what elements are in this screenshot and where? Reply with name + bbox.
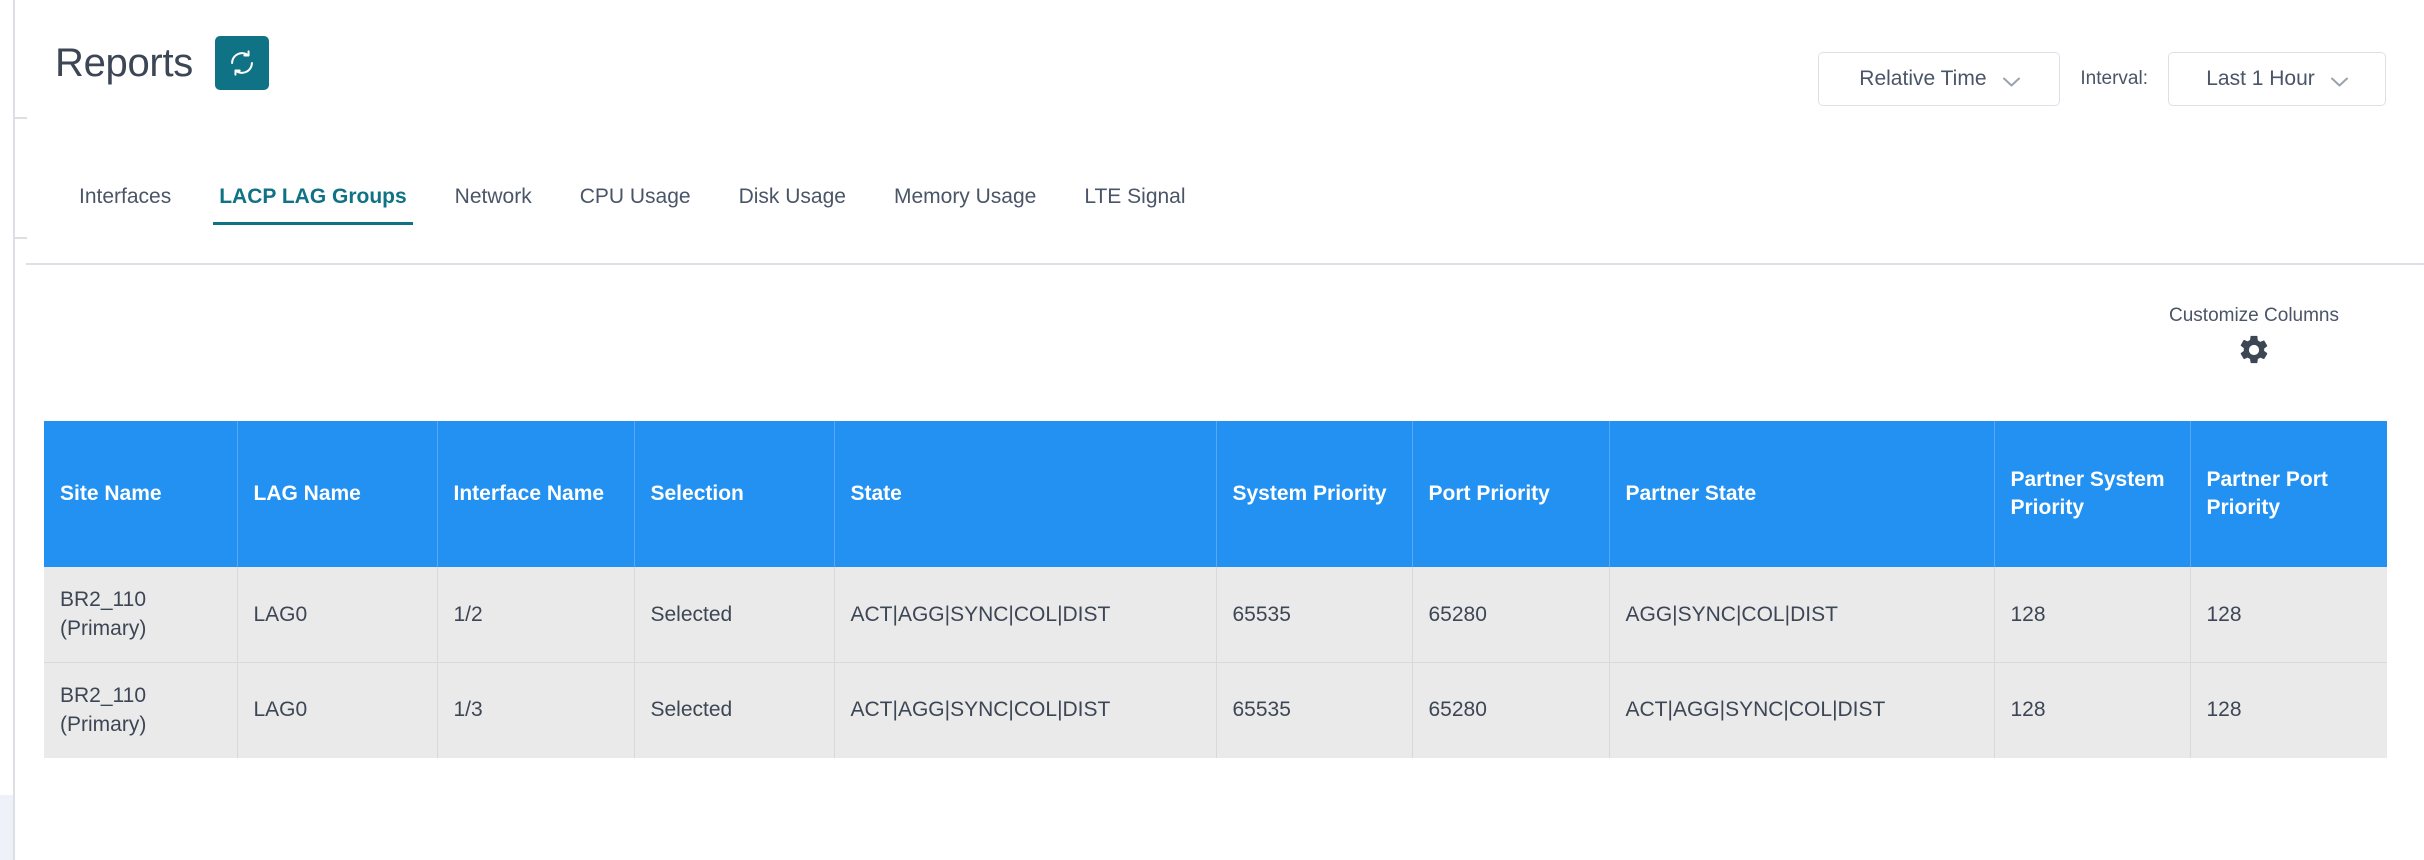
cell-state: ACT|AGG|SYNC|COL|DIST: [834, 662, 1217, 758]
table-body: BR2_110 (Primary) LAG0 1/2 Selected ACT|…: [44, 567, 2387, 758]
tab-lte-signal[interactable]: LTE Signal: [1060, 185, 1209, 225]
table-row[interactable]: BR2_110 (Primary) LAG0 1/2 Selected ACT|…: [44, 567, 2387, 663]
page-header: Reports Relative Time Interval: Last 1 H…: [15, 0, 2424, 170]
cell-lag-name: LAG0: [237, 662, 438, 758]
cell-interface-name: 1/2: [437, 567, 635, 663]
interval-value: Last 1 Hour: [2206, 67, 2315, 90]
column-header-port-priority[interactable]: Port Priority: [1412, 421, 1610, 567]
cell-selection: Selected: [634, 662, 835, 758]
relative-time-select[interactable]: Relative Time: [1818, 52, 2061, 106]
column-header-selection[interactable]: Selection: [634, 421, 835, 567]
column-header-site-name[interactable]: Site Name: [44, 421, 238, 567]
table-row[interactable]: BR2_110 (Primary) LAG0 1/3 Selected ACT|…: [44, 662, 2387, 758]
cell-port-priority: 65280: [1412, 662, 1610, 758]
time-controls: Relative Time Interval: Last 1 Hour: [1818, 52, 2386, 106]
cell-partner-system-priority: 128: [1994, 567, 2191, 663]
lacp-lag-groups-table: Site Name LAG Name Interface Name Select…: [44, 421, 2387, 758]
column-header-interface-name[interactable]: Interface Name: [437, 421, 635, 567]
column-header-partner-port-priority[interactable]: Partner Port Priority: [2190, 421, 2387, 567]
cell-site-name: BR2_110 (Primary): [44, 567, 238, 663]
tab-interfaces[interactable]: Interfaces: [55, 185, 195, 225]
cell-interface-name: 1/3: [437, 662, 635, 758]
cell-partner-state: AGG|SYNC|COL|DIST: [1609, 567, 1995, 663]
app-rail-accent: [0, 795, 13, 860]
relative-time-value: Relative Time: [1859, 67, 1987, 90]
app-rail-background: [0, 0, 13, 860]
customize-columns-label: Customize Columns: [2169, 305, 2339, 326]
cell-partner-port-priority: 128: [2190, 662, 2387, 758]
cell-site-name: BR2_110 (Primary): [44, 662, 238, 758]
cell-system-priority: 65535: [1216, 567, 1413, 663]
table-header-row: Site Name LAG Name Interface Name Select…: [44, 421, 2387, 567]
tab-network[interactable]: Network: [431, 185, 556, 225]
interval-select[interactable]: Last 1 Hour: [2168, 52, 2386, 106]
customize-columns-button[interactable]: Customize Columns: [2169, 305, 2339, 372]
cell-partner-port-priority: 128: [2190, 567, 2387, 663]
tab-cpu-usage[interactable]: CPU Usage: [556, 185, 715, 225]
column-header-state[interactable]: State: [834, 421, 1217, 567]
lacp-lag-groups-table-container: Site Name LAG Name Interface Name Select…: [44, 421, 2387, 758]
refresh-button[interactable]: [214, 36, 269, 90]
tab-lacp-lag-groups[interactable]: LACP LAG Groups: [195, 185, 430, 225]
tab-memory-usage[interactable]: Memory Usage: [870, 185, 1060, 225]
cell-lag-name: LAG0: [237, 567, 438, 663]
header-divider: [26, 263, 2424, 265]
title-row: Reports: [55, 36, 269, 90]
cell-selection: Selected: [634, 567, 835, 663]
interval-label: Interval:: [2080, 68, 2148, 89]
cell-state: ACT|AGG|SYNC|COL|DIST: [834, 567, 1217, 663]
column-header-partner-system-priority[interactable]: Partner System Priority: [1994, 421, 2191, 567]
refresh-icon: [228, 49, 256, 77]
gear-icon: [2237, 333, 2271, 372]
column-header-lag-name[interactable]: LAG Name: [237, 421, 438, 567]
cell-partner-system-priority: 128: [1994, 662, 2191, 758]
cell-port-priority: 65280: [1412, 567, 1610, 663]
chevron-down-icon: [2330, 74, 2348, 87]
cell-system-priority: 65535: [1216, 662, 1413, 758]
chevron-down-icon: [2002, 74, 2020, 87]
tab-disk-usage[interactable]: Disk Usage: [715, 185, 870, 225]
table-head: Site Name LAG Name Interface Name Select…: [44, 421, 2387, 567]
column-header-system-priority[interactable]: System Priority: [1216, 421, 1413, 567]
column-header-partner-state[interactable]: Partner State: [1609, 421, 1995, 567]
report-tabs: Interfaces LACP LAG Groups Network CPU U…: [55, 185, 1210, 225]
page-title: Reports: [55, 41, 193, 85]
cell-partner-state: ACT|AGG|SYNC|COL|DIST: [1609, 662, 1995, 758]
